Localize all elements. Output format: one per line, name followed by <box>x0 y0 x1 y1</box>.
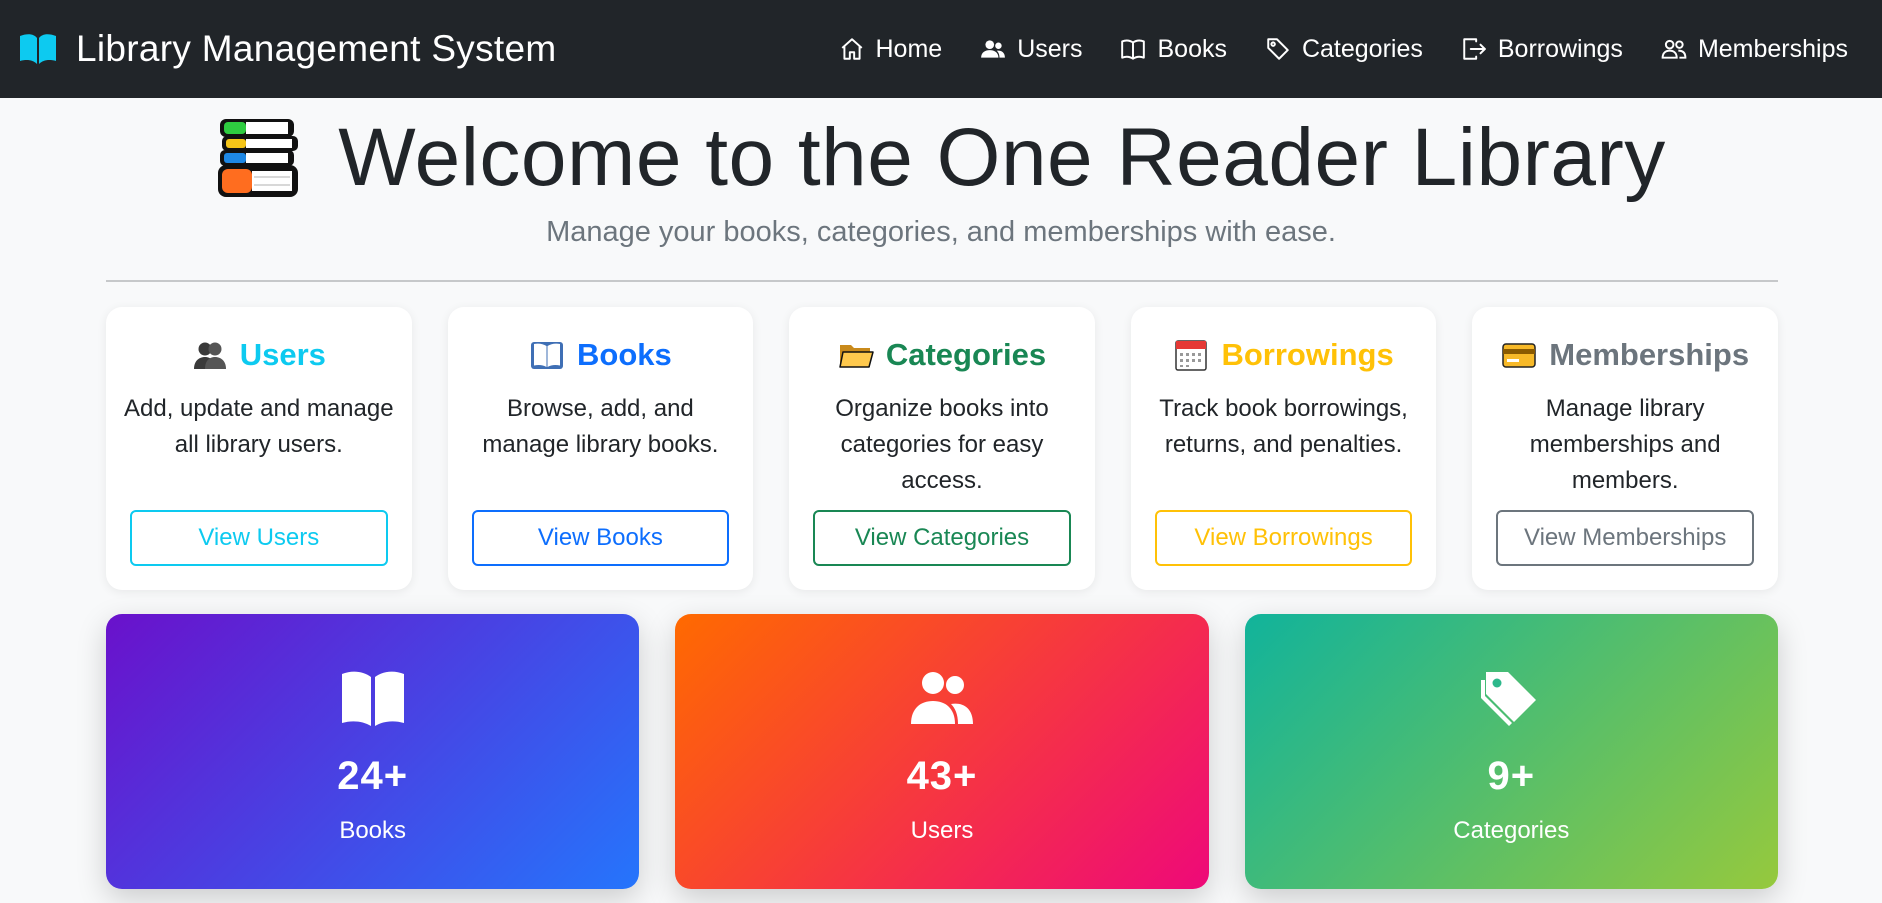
card-description: Manage library memberships and members. <box>1529 395 1721 494</box>
people-icon <box>1661 39 1687 59</box>
card-header: Categories <box>789 331 1095 379</box>
stats-row: 24+ Books 43+ Users 9+ Categories <box>106 614 1778 889</box>
folder-emoji-icon <box>839 345 874 368</box>
open-book-icon <box>20 34 56 64</box>
card-description: Browse, add, and manage library books. <box>482 395 719 458</box>
card-borrowings: Borrowings Track book borrowings, return… <box>1130 307 1437 590</box>
card-memberships: Memberships Manage library memberships a… <box>1472 307 1778 590</box>
books-stack-icon <box>218 119 299 197</box>
open-book-emoji-icon <box>531 342 564 369</box>
page-title: Welcome to the One Reader Library <box>338 112 1666 203</box>
tags-icon <box>1481 672 1537 726</box>
navbar: Library Management System Home Users Boo… <box>0 0 1882 98</box>
page-subtitle: Manage your books, categories, and membe… <box>546 216 1336 248</box>
card-books: Books Browse, add, and manage library bo… <box>447 307 754 590</box>
nav-item-borrowings[interactable]: Borrowings <box>1461 35 1623 64</box>
card-title: Categories <box>885 337 1047 372</box>
house-icon <box>841 38 862 60</box>
nav-item-memberships[interactable]: Memberships <box>1661 35 1848 64</box>
nav-item-users[interactable]: Users <box>980 35 1082 64</box>
hero-heading: Welcome to the One Reader Library <box>0 108 1882 208</box>
calendar-emoji-icon <box>1175 340 1208 371</box>
nav-item-label: Users <box>1017 34 1083 63</box>
credit-card-emoji-icon <box>1502 343 1536 368</box>
card-header: Users <box>106 331 412 379</box>
stat-users: 43+ Users <box>675 614 1209 889</box>
nav-menu: Home Users Books Categories Borrowings M… <box>839 35 1865 64</box>
card-description: Organize books into categories for easy … <box>835 395 1049 494</box>
card-header: Memberships <box>1472 331 1778 379</box>
card-users: Users Add, update and manage all library… <box>106 307 412 590</box>
card-description: Add, update and manage all library users… <box>124 395 394 458</box>
nav-item-label: Home <box>875 34 943 63</box>
stat-value: 43+ <box>906 754 978 798</box>
card-title: Users <box>239 337 326 372</box>
stat-books: 24+ Books <box>106 614 640 889</box>
view-categories-button[interactable]: View Categories <box>813 510 1071 566</box>
view-users-button[interactable]: View Users <box>130 510 388 566</box>
box-arrow-right-icon <box>1463 38 1486 60</box>
card-title: Memberships <box>1549 337 1750 372</box>
stat-label: Books <box>339 817 407 844</box>
tags-icon <box>1267 38 1289 60</box>
stat-categories: 9+ Categories <box>1244 614 1778 889</box>
users-emoji-icon <box>193 342 226 369</box>
navbar-brand[interactable]: Library Management System <box>18 28 556 70</box>
view-memberships-button[interactable]: View Memberships <box>1496 510 1754 566</box>
card-title: Books <box>577 337 672 372</box>
book-icon <box>341 671 404 726</box>
stat-label: Categories <box>1453 817 1570 844</box>
stat-value: 24+ <box>337 754 409 798</box>
view-borrowings-button[interactable]: View Borrowings <box>1154 510 1413 566</box>
divider <box>106 280 1778 282</box>
users-icon <box>910 672 973 724</box>
card-categories: Categories Organize books into categorie… <box>789 307 1095 590</box>
nav-item-categories[interactable]: Categories <box>1265 35 1423 64</box>
nav-item-books[interactable]: Books <box>1120 34 1227 64</box>
book-icon <box>1121 39 1146 60</box>
card-description: Track book borrowings, returns, and pena… <box>1159 395 1408 458</box>
feature-cards: Users Add, update and manage all library… <box>106 307 1778 590</box>
nav-item-label: Categories <box>1301 34 1423 63</box>
nav-item-home[interactable]: Home <box>839 34 943 64</box>
users-icon <box>981 40 1006 58</box>
card-header: Books <box>448 331 754 379</box>
nav-item-label: Borrowings <box>1497 34 1623 63</box>
nav-item-label: Books <box>1157 34 1227 63</box>
nav-item-label: Memberships <box>1697 34 1848 63</box>
card-title: Borrowings <box>1221 337 1394 372</box>
brand-title: Library Management System <box>76 28 557 69</box>
card-header: Borrowings <box>1131 331 1437 379</box>
stat-label: Users <box>910 817 974 844</box>
view-books-button[interactable]: View Books <box>471 510 730 566</box>
stat-value: 9+ <box>1487 754 1536 798</box>
